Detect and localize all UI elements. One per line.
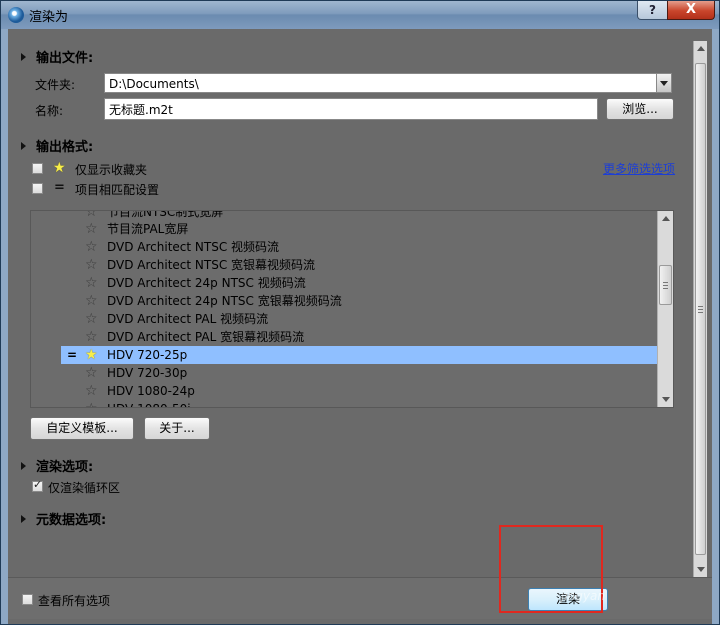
output-file-section[interactable]: 输出文件: — [21, 47, 93, 66]
list-item[interactable]: ☆ DVD Architect PAL 宽银幕视频码流 — [61, 328, 657, 346]
dialog-body: 输出文件: 文件夹: D:\Documents\ 名称: 无标题.m2t 浏览.… — [8, 29, 712, 577]
watermark: jingyan — [561, 589, 605, 603]
star-icon: ☆ — [85, 275, 98, 291]
render-as-dialog: 渲染为 ? X 输出文件: 文件夹: D:\Documents\ 名称: 无标题… — [0, 0, 720, 625]
star-icon: ☆ — [85, 239, 98, 255]
custom-template-button[interactable]: 自定义模板... — [30, 417, 134, 440]
template-list[interactable]: ☆ 节目流NTSC制式宽屏 ☆ 节目流PAL宽屏 ☆ DVD Architect NT… — [30, 210, 674, 408]
list-item[interactable]: ☆ 节目流PAL宽屏 — [61, 220, 657, 238]
list-item[interactable]: ☆ DVD Architect NTSC 视频码流 — [61, 238, 657, 256]
render-options-label: 渲染选项: — [36, 460, 94, 475]
equals-icon: = — [54, 180, 65, 195]
file-name-input[interactable]: 无标题.m2t — [104, 98, 598, 120]
scroll-up-icon[interactable] — [697, 46, 705, 51]
expand-arrow-icon — [21, 462, 26, 470]
folder-value: D:\Documents\ — [109, 77, 199, 91]
folder-combobox[interactable]: D:\Documents\ — [104, 73, 672, 93]
list-item[interactable]: ☆ DVD Architect NTSC 宽银幕视频码流 — [61, 256, 657, 274]
grip-line — [698, 306, 703, 307]
app-icon — [8, 7, 24, 23]
star-icon: ★ — [53, 160, 66, 176]
scroll-thumb[interactable] — [695, 63, 706, 555]
scroll-down-icon[interactable] — [697, 567, 705, 572]
output-file-label: 输出文件: — [36, 51, 94, 66]
match-project-label: 项目相匹配设置 — [75, 183, 160, 197]
file-name-value: 无标题.m2t — [109, 103, 173, 117]
window-title: 渲染为 — [29, 10, 69, 25]
grip-line — [698, 312, 703, 313]
expand-arrow-icon — [21, 142, 26, 150]
title-bar[interactable]: 渲染为 ? X — [1, 1, 719, 29]
equals-icon: = — [67, 348, 78, 362]
star-icon: ☆ — [85, 365, 98, 381]
name-label: 名称: — [35, 104, 64, 118]
output-format-label: 输出格式: — [36, 140, 94, 155]
favorites-only-label: 仅显示收藏夹 — [75, 163, 148, 177]
star-icon: ☆ — [85, 311, 98, 327]
favorites-only-checkbox[interactable] — [32, 163, 43, 174]
loop-region-only-checkbox[interactable] — [32, 478, 43, 492]
output-format-section[interactable]: 输出格式: — [21, 136, 93, 155]
list-item-selected[interactable]: = ★ HDV 720-25p — [61, 346, 657, 364]
close-button[interactable]: X — [667, 1, 715, 20]
window-frame-right — [712, 29, 719, 624]
star-icon: ★ — [85, 347, 98, 363]
list-item[interactable]: ☆ HDV 720-30p — [61, 364, 657, 382]
scroll-thumb[interactable] — [659, 265, 672, 305]
metadata-label: 元数据选项: — [36, 513, 107, 528]
list-item[interactable]: ☆HDV 1080-50i — [61, 400, 657, 407]
star-icon: ☆ — [85, 329, 98, 345]
list-item[interactable]: ☆ DVD Architect 24p NTSC 视频码流 — [61, 274, 657, 292]
help-button[interactable]: ? — [637, 1, 668, 20]
render-options-section[interactable]: 渲染选项: — [21, 456, 93, 475]
grip-line — [698, 309, 703, 310]
star-icon: ☆ — [85, 400, 98, 407]
grip-line — [663, 288, 668, 289]
star-icon: ☆ — [85, 221, 98, 237]
expand-arrow-icon — [21, 515, 26, 523]
metadata-section[interactable]: 元数据选项: — [21, 509, 106, 528]
dropdown-arrow-icon[interactable] — [656, 74, 671, 92]
template-list-scrollbar[interactable] — [657, 211, 673, 407]
more-filters-link[interactable]: 更多筛选选项 — [603, 160, 675, 177]
browse-button[interactable]: 浏览... — [606, 98, 674, 120]
list-item[interactable]: ☆ HDV 1080-24p — [61, 382, 657, 400]
about-button[interactable]: 关于... — [144, 417, 210, 440]
star-icon: ☆ — [85, 293, 98, 309]
star-icon: ☆ — [85, 383, 98, 399]
folder-label: 文件夹: — [35, 78, 76, 92]
list-item[interactable]: ☆ DVD Architect 24p NTSC 宽银幕视频码流 — [61, 292, 657, 310]
dialog-footer: 查看所有选项 渲染 — [8, 577, 712, 619]
loop-region-only-label: 仅渲染循环区 — [48, 481, 121, 495]
star-icon: ☆ — [85, 257, 98, 273]
expand-arrow-icon — [21, 53, 26, 61]
scroll-up-icon[interactable] — [662, 216, 670, 221]
scroll-down-icon[interactable] — [662, 397, 670, 402]
grip-line — [663, 282, 668, 283]
match-project-checkbox[interactable] — [32, 183, 43, 194]
show-all-options-checkbox[interactable] — [22, 594, 33, 605]
window-frame-left — [1, 29, 8, 624]
show-all-options-label: 查看所有选项 — [38, 594, 111, 608]
grip-line — [663, 285, 668, 286]
list-item[interactable]: ☆ DVD Architect PAL 视频码流 — [61, 310, 657, 328]
dialog-scrollbar[interactable] — [693, 41, 707, 577]
